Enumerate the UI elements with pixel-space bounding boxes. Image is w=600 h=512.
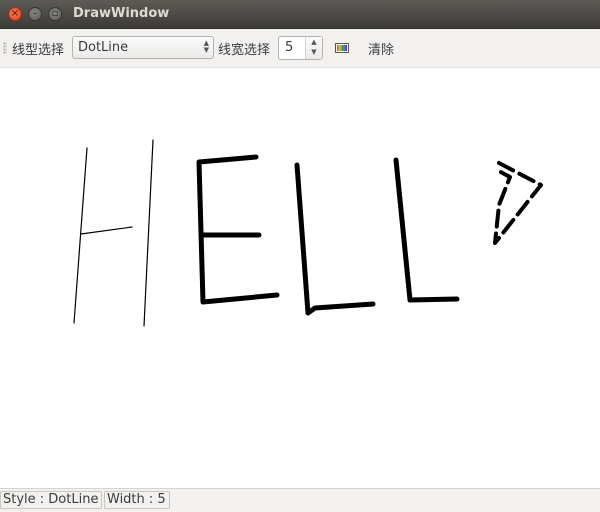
letter-o-dotted-stroke <box>493 161 543 245</box>
close-icon: × <box>10 8 20 19</box>
clear-button[interactable]: 清除 <box>368 39 394 58</box>
maximize-window-button[interactable]: ▫ <box>48 7 62 21</box>
line-style-value: DotLine <box>78 40 129 55</box>
letter-l1-stroke <box>294 162 376 316</box>
line-width-spinbox[interactable]: 5 ▲ ▼ <box>278 36 323 60</box>
line-style-label: 线型选择 <box>12 43 65 58</box>
status-width: Width : 5 <box>104 491 170 509</box>
color-picker-button[interactable] <box>335 43 349 53</box>
chevron-up-down-icon: ▲ ▼ <box>203 39 209 54</box>
drawing-canvas[interactable] <box>0 68 600 488</box>
hello-drawing <box>73 139 543 327</box>
toolbar-grip-handle[interactable] <box>3 42 7 54</box>
minimize-window-button[interactable]: – <box>28 7 42 21</box>
line-width-value: 5 <box>285 40 294 55</box>
letter-h-strokes <box>73 139 154 327</box>
status-bar: Style : DotLine Width : 5 <box>0 488 600 512</box>
line-width-label: 线宽选择 <box>218 43 271 58</box>
close-window-button[interactable]: × <box>8 7 22 21</box>
maximize-icon: ▫ <box>51 8 59 19</box>
status-style: Style : DotLine <box>0 491 102 509</box>
spin-buttons[interactable]: ▲ ▼ <box>305 37 322 59</box>
minimize-icon: – <box>32 8 38 19</box>
toolbar: 线型选择 DotLine ▲ ▼ 线宽选择 5 ▲ ▼ 清除 <box>0 29 600 68</box>
color-palette-icon <box>337 45 347 51</box>
letter-e-strokes <box>196 154 280 305</box>
window-title: DrawWindow <box>73 6 170 21</box>
letter-l2-stroke <box>393 157 460 303</box>
spin-down-icon[interactable]: ▼ <box>306 47 322 57</box>
spin-up-icon[interactable]: ▲ <box>306 37 322 47</box>
title-bar: × – ▫ DrawWindow <box>0 0 600 29</box>
line-style-combobox[interactable]: DotLine ▲ ▼ <box>72 36 214 59</box>
